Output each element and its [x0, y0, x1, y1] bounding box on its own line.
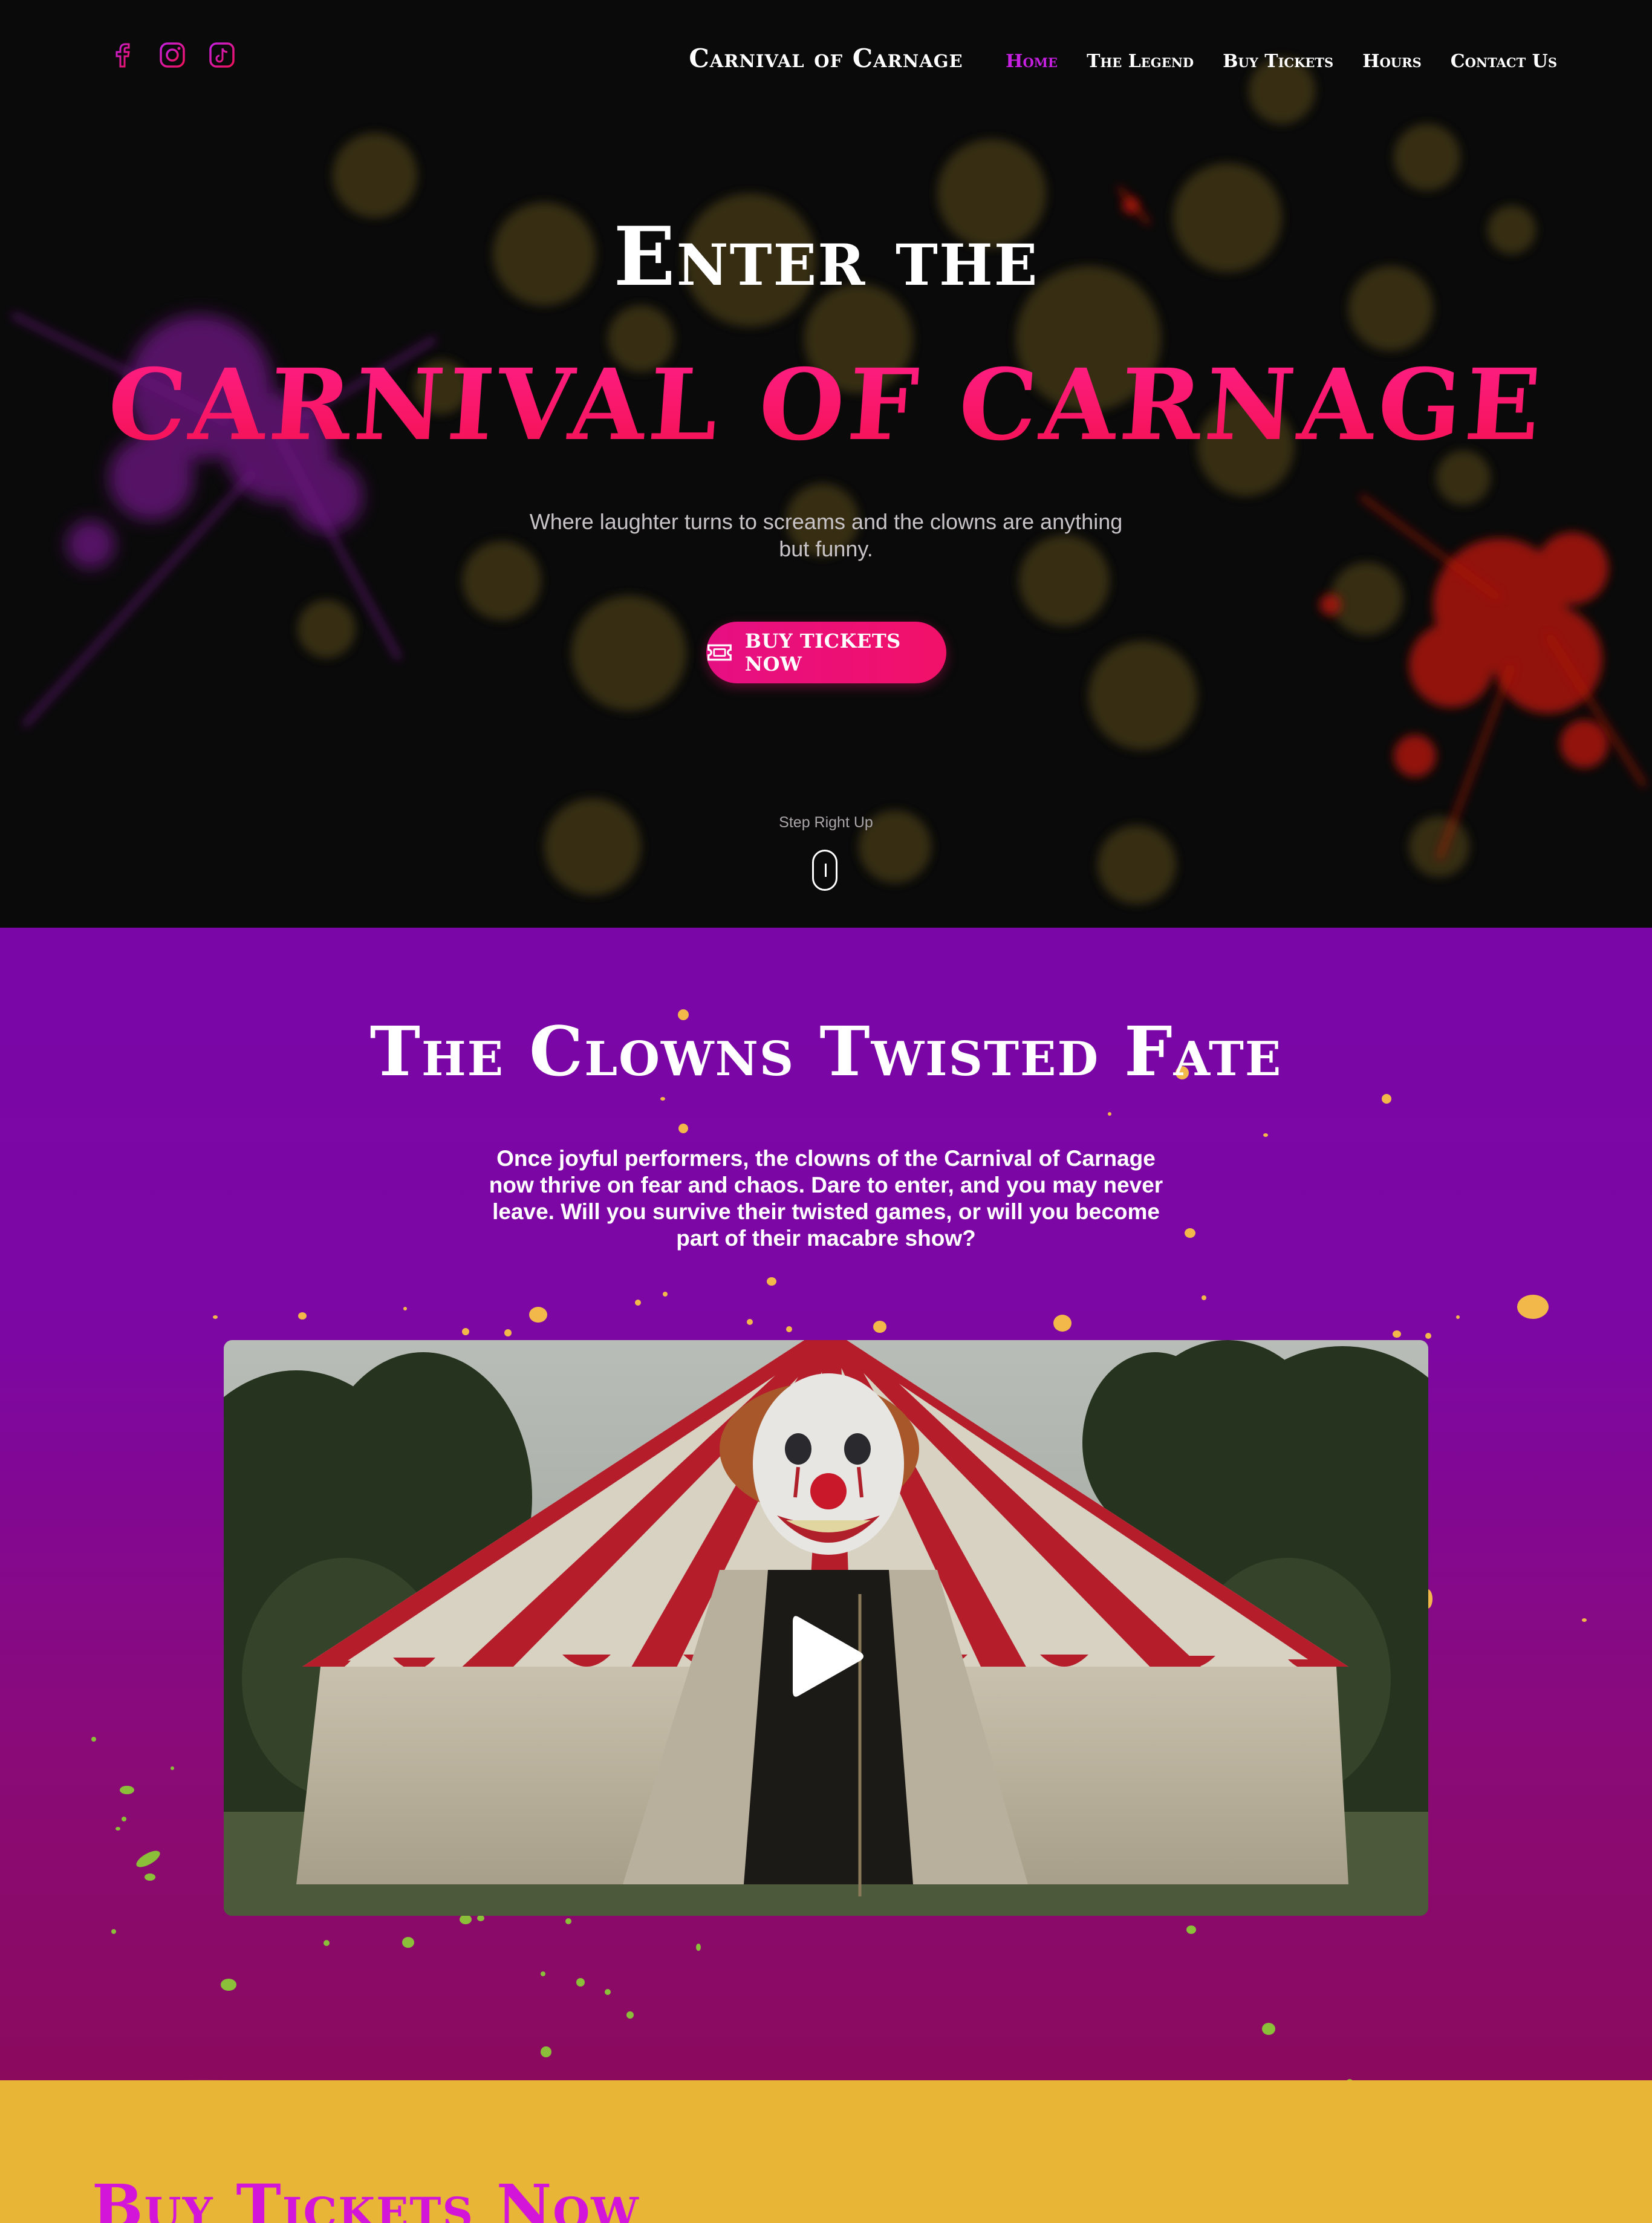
buy-tickets-button-label: BUY TICKETS NOW [744, 630, 901, 675]
hero-title-main: CARNIVAL OF CARNAGE [0, 348, 1652, 463]
mouse-scroll-icon[interactable] [812, 850, 837, 891]
legend-title: The Clowns Twisted Fate [369, 1012, 1283, 1092]
nav-item-home[interactable]: Home [1006, 51, 1058, 72]
nav-item-contact-us[interactable]: Contact Us [1451, 51, 1557, 72]
main-nav: Home The Legend Buy Tickets Hours Contac… [1006, 51, 1557, 72]
legend-text: Once joyful performers, the clowns of th… [489, 1146, 1163, 1251]
video-player[interactable] [224, 1340, 1428, 1916]
ticket-icon [707, 644, 732, 661]
play-icon[interactable] [788, 1611, 867, 1702]
legend-section: The Clowns Twisted Fate Once joyful perf… [0, 928, 1652, 2104]
site-title-link[interactable]: Carnival of Carnage [689, 44, 963, 73]
hero-section: Carnival of Carnage Home The Legend Buy … [0, 0, 1652, 928]
hero-subtitle: Where laughter turns to screams and the … [529, 509, 1123, 561]
hero-title-top: Enter the [613, 209, 1039, 304]
page: Carnival of Carnage Home The Legend Buy … [0, 0, 1652, 2223]
tickets-title: Buy Tickets Now [92, 2171, 640, 2223]
paint-splatter-background [10, 57, 1647, 904]
nav-item-buy-tickets[interactable]: Buy Tickets [1223, 51, 1333, 72]
buy-tickets-button[interactable]: BUY TICKETS NOW [706, 622, 946, 683]
nav-item-hours[interactable]: Hours [1362, 51, 1422, 72]
nav-item-the-legend[interactable]: The Legend [1087, 51, 1194, 72]
scroll-label: Step Right Up [779, 814, 873, 831]
